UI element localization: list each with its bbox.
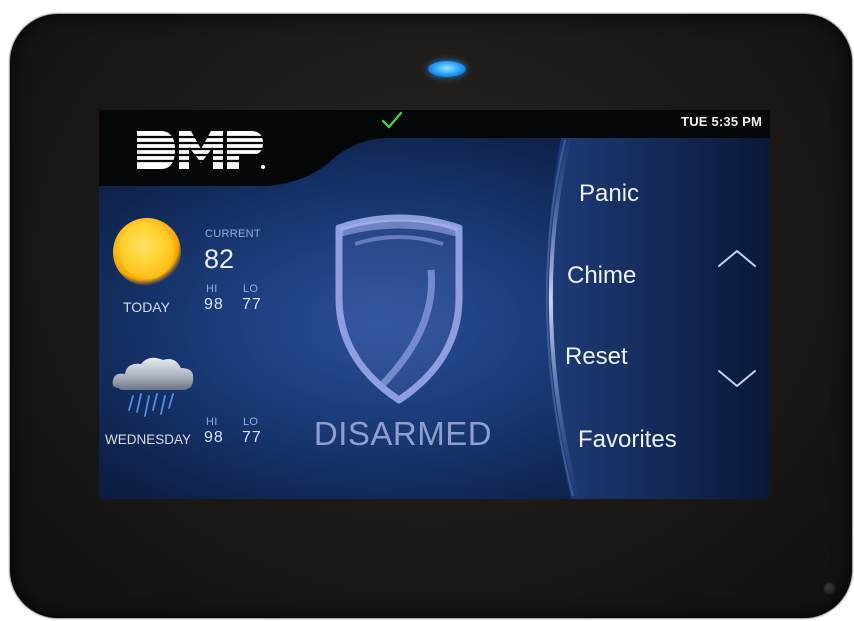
chevron-down-icon[interactable]: [716, 366, 758, 390]
menu-item-favorites[interactable]: Favorites: [578, 426, 677, 454]
wed-lo: 77: [242, 429, 262, 446]
menu-item-reset[interactable]: Reset: [565, 343, 628, 371]
current-temp: 82: [204, 244, 235, 274]
status-led: [428, 61, 466, 77]
today-lo-label: LO: [243, 283, 259, 295]
today-day-label: TODAY: [123, 299, 170, 315]
touchscreen: TUE 5:35 PM CURRENT 82 HI LO 98 77 TODAY…: [99, 110, 770, 499]
wed-lo-label: LO: [243, 416, 259, 428]
chevron-up-icon[interactable]: [716, 246, 758, 270]
current-label: CURRENT: [205, 228, 261, 240]
dmp-logo: [135, 131, 265, 169]
keypad-device: TUE 5:35 PM CURRENT 82 HI LO 98 77 TODAY…: [10, 14, 852, 618]
today-lo: 77: [242, 296, 262, 313]
menu-item-panic[interactable]: Panic: [579, 180, 639, 208]
checkmark-icon: [381, 111, 403, 129]
sun-icon: [113, 218, 181, 286]
status-time: TUE 5:35 PM: [681, 114, 762, 129]
wed-hi-label: HI: [206, 416, 218, 428]
today-hi-label: HI: [206, 283, 218, 295]
wed-day-label: WEDNESDAY: [105, 432, 192, 447]
system-status: DISARMED: [313, 415, 493, 452]
wed-hi: 98: [204, 429, 224, 446]
shield-icon[interactable]: [319, 210, 479, 406]
today-hi: 98: [204, 296, 224, 313]
menu-item-chime[interactable]: Chime: [567, 262, 636, 290]
light-sensor: [823, 582, 836, 595]
rain-cloud-icon: [112, 357, 194, 417]
